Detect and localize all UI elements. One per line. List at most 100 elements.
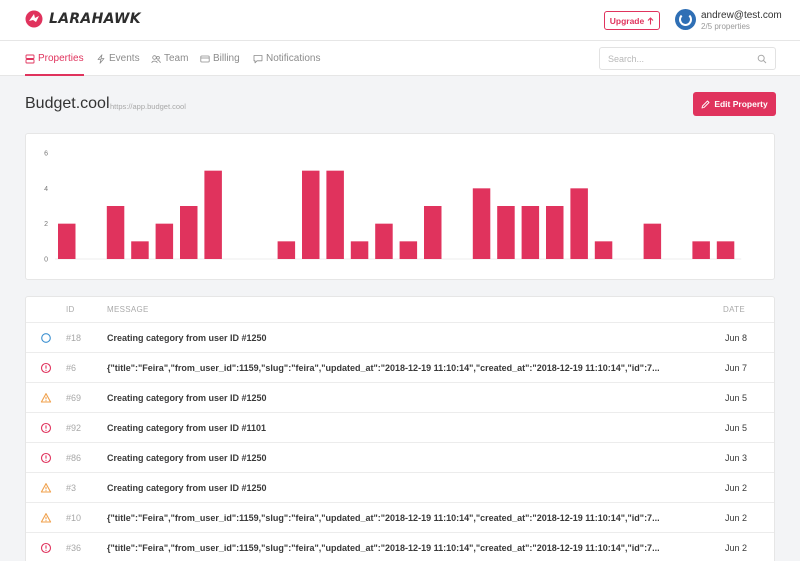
y-tick-label: 0 bbox=[44, 257, 48, 264]
chart-bar[interactable] bbox=[521, 206, 540, 259]
chart-bar[interactable] bbox=[204, 170, 222, 259]
hawk-icon bbox=[25, 10, 43, 28]
tab-events-label: Events bbox=[109, 53, 140, 64]
warning-icon bbox=[40, 393, 52, 403]
row-date: Jun 5 bbox=[724, 393, 747, 403]
events-table: ID MESSAGE DATE #18 Creating category fro… bbox=[25, 296, 775, 561]
row-id: #6 bbox=[66, 363, 77, 373]
chart-bar[interactable] bbox=[399, 241, 418, 259]
status-circle-icon bbox=[41, 333, 51, 343]
property-url[interactable]: https://app.budget.cool bbox=[110, 102, 186, 111]
chart-bar[interactable] bbox=[594, 241, 613, 259]
chart-bar[interactable] bbox=[692, 241, 710, 259]
row-id: #10 bbox=[66, 513, 82, 523]
edit-property-label: Edit Property bbox=[714, 99, 768, 109]
row-id: #69 bbox=[66, 393, 82, 403]
row-message: Creating category from user ID #1250 bbox=[107, 483, 267, 493]
table-row[interactable]: #86 Creating category from user ID #1250 J… bbox=[26, 442, 774, 472]
tab-team-label: Team bbox=[164, 53, 189, 64]
chart-bar[interactable] bbox=[131, 241, 149, 259]
row-message: Creating category from user ID #1250 bbox=[107, 333, 267, 343]
tab-properties-label: Properties bbox=[38, 53, 84, 64]
y-tick-label: 6 bbox=[44, 151, 48, 158]
properties-icon bbox=[25, 54, 35, 63]
row-id: #3 bbox=[66, 483, 77, 493]
team-icon bbox=[151, 54, 161, 63]
row-date: Jun 2 bbox=[724, 483, 747, 493]
table-row[interactable]: #3 Creating category from user ID #1250 Ju… bbox=[26, 472, 774, 502]
tab-billing-label: Billing bbox=[213, 53, 240, 64]
edit-property-button[interactable]: Edit Property bbox=[693, 92, 776, 116]
arrow-up-icon bbox=[647, 16, 654, 24]
tab-notifications-label: Notifications bbox=[266, 53, 321, 64]
avatar[interactable] bbox=[675, 9, 696, 30]
logo-text: LARAHAWK bbox=[49, 11, 141, 27]
warning-icon bbox=[40, 513, 52, 523]
chart-bar[interactable] bbox=[472, 188, 491, 259]
user-properties-count: 2/5 properties bbox=[701, 22, 750, 31]
table-row[interactable]: #92 Creating category from user ID #1101 J… bbox=[26, 412, 774, 442]
row-id: #86 bbox=[66, 453, 82, 463]
row-message: {"title":"Feira","from_user_id":1159,"sl… bbox=[107, 543, 660, 553]
chart-bar[interactable] bbox=[106, 206, 125, 259]
table-row[interactable]: #69 Creating category from user ID #1250 J… bbox=[26, 382, 774, 412]
search-input[interactable]: Search... bbox=[599, 47, 776, 70]
column-header-message: MESSAGE bbox=[107, 305, 149, 314]
events-bar-chart: 0 2 4 6 bbox=[44, 151, 742, 264]
chart-bar[interactable] bbox=[326, 170, 344, 259]
y-tick-label: 4 bbox=[44, 186, 48, 193]
error-icon bbox=[40, 452, 52, 464]
row-id: #18 bbox=[66, 333, 82, 343]
row-date: Jun 7 bbox=[724, 363, 747, 373]
row-date: Jun 2 bbox=[724, 513, 747, 523]
column-header-date: DATE bbox=[723, 305, 745, 314]
user-email[interactable]: andrew@test.com bbox=[701, 10, 782, 21]
tab-team[interactable]: Team bbox=[151, 41, 188, 76]
chart-bar[interactable] bbox=[497, 206, 515, 259]
chart-bar[interactable] bbox=[375, 223, 393, 259]
chat-icon bbox=[253, 54, 263, 63]
search-placeholder: Search... bbox=[608, 54, 645, 64]
chart-bar[interactable] bbox=[716, 241, 735, 259]
upgrade-label: Upgrade bbox=[609, 15, 645, 26]
chart-bar[interactable] bbox=[180, 206, 198, 259]
row-id: #92 bbox=[66, 423, 82, 433]
tab-billing[interactable]: Billing bbox=[200, 41, 240, 76]
table-row[interactable]: #6 {"title":"Feira","from_user_id":1159,"… bbox=[26, 352, 774, 382]
search-icon[interactable] bbox=[757, 54, 767, 64]
chart-bar[interactable] bbox=[350, 241, 369, 259]
chart-bar[interactable] bbox=[302, 170, 320, 259]
chart-bar[interactable] bbox=[570, 188, 588, 259]
upgrade-button[interactable]: Upgrade bbox=[604, 11, 660, 30]
logo[interactable]: LARAHAWK bbox=[25, 10, 141, 28]
tab-events[interactable]: Events bbox=[96, 41, 140, 76]
row-message: Creating category from user ID #1250 bbox=[107, 393, 267, 403]
row-message: Creating category from user ID #1101 bbox=[107, 423, 267, 433]
chart-bar[interactable] bbox=[643, 223, 662, 259]
error-icon bbox=[40, 362, 52, 374]
column-header-id: ID bbox=[66, 305, 75, 314]
table-row[interactable]: #18 Creating category from user ID #1250 J… bbox=[26, 322, 774, 352]
chart-bar[interactable] bbox=[424, 206, 442, 259]
table-row[interactable]: #10 {"title":"Feira","from_user_id":1159,… bbox=[26, 502, 774, 532]
top-bar: LARAHAWK Upgrade andrew@test.com 2/5 pro… bbox=[0, 0, 800, 41]
chart-bar[interactable] bbox=[277, 241, 296, 259]
row-message: {"title":"Feira","from_user_id":1159,"sl… bbox=[107, 513, 660, 523]
card-icon bbox=[200, 55, 210, 62]
tab-notifications[interactable]: Notifications bbox=[253, 41, 320, 76]
events-chart: 0 2 4 6 bbox=[25, 133, 775, 280]
table-row[interactable]: #36 {"title":"Feira","from_user_id":1159,… bbox=[26, 532, 774, 561]
row-date: Jun 3 bbox=[724, 453, 747, 463]
row-date: Jun 5 bbox=[724, 423, 747, 433]
bolt-icon bbox=[97, 53, 105, 64]
warning-icon bbox=[40, 483, 52, 493]
chart-bar[interactable] bbox=[155, 223, 174, 259]
chart-bar[interactable] bbox=[58, 223, 76, 259]
pencil-icon bbox=[701, 100, 710, 108]
y-tick-label: 2 bbox=[44, 221, 48, 228]
row-date: Jun 2 bbox=[724, 543, 747, 553]
error-icon bbox=[40, 422, 52, 434]
page-title: Budget.cool bbox=[25, 95, 110, 112]
tab-properties[interactable]: Properties bbox=[25, 41, 84, 76]
chart-bar[interactable] bbox=[546, 206, 564, 259]
